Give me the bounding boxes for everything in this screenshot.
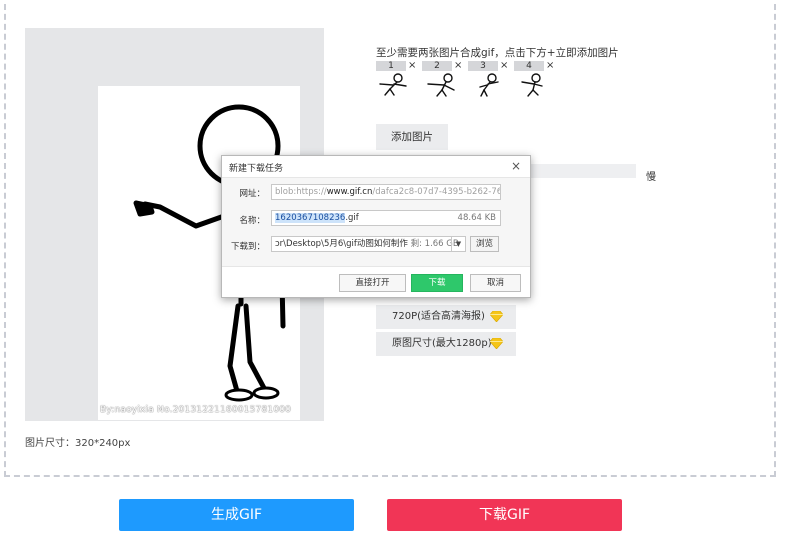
thumbnail-header: 2 × xyxy=(422,60,466,71)
thumbnail-item[interactable]: 3 × xyxy=(468,60,512,97)
url-field[interactable]: blob:https://www.gif.cn/dafca2c8-07d7-43… xyxy=(271,184,501,200)
filename-extension: .gif xyxy=(345,213,359,223)
add-image-button[interactable]: 添加图片 xyxy=(376,124,448,150)
remove-thumbnail-icon[interactable]: × xyxy=(408,60,416,71)
thumbnail-header: 3 × xyxy=(468,60,512,71)
dropdown-arrow-icon[interactable]: ▼ xyxy=(451,237,465,251)
filename-selected-text: 1620367108236 xyxy=(275,213,346,223)
thumbnail-number: 3 xyxy=(468,61,498,71)
image-size-label: 图片尺寸：320*240px xyxy=(25,438,131,449)
download-path-select[interactable]: ɔr\Desktop\5月6\gif动图如何制作 剩: 1.66 GB ▼ xyxy=(271,236,466,252)
name-label: 名称： xyxy=(239,216,265,226)
url-prefix: blob:https:// xyxy=(275,187,327,197)
remove-thumbnail-icon[interactable]: × xyxy=(454,60,462,71)
dialog-title: 新建下载任务 xyxy=(229,164,284,174)
file-size: 48.64 KB xyxy=(457,213,496,223)
dialog-body: 网址： blob:https://www.gif.cn/dafca2c8-07d… xyxy=(222,177,530,267)
thumbnail-header: 4 × xyxy=(514,60,558,71)
thumbnail-header: 1 × xyxy=(376,60,420,71)
new-download-task-dialog: 新建下载任务 × 网址： blob:https://www.gif.cn/daf… xyxy=(221,155,531,298)
quality-option-label: 720P(适合高清海报) xyxy=(392,311,485,322)
dialog-download-button[interactable]: 下载 xyxy=(411,274,463,292)
thumbnail-number: 2 xyxy=(422,61,452,71)
close-icon[interactable]: × xyxy=(511,159,521,173)
url-rest: /dafca2c8-07d7-4395-b262-7635b6 xyxy=(372,187,501,197)
filename-field[interactable]: 1620367108236.gif 48.64 KB xyxy=(271,210,501,226)
dialog-cancel-button[interactable]: 取消 xyxy=(470,274,521,292)
quality-option-label: 原图尺寸(最大1280p) xyxy=(392,338,492,349)
thumbnail-image xyxy=(427,73,455,97)
speed-slow-label: 慢 xyxy=(646,172,656,183)
thumbnail-item[interactable]: 2 × xyxy=(422,60,466,97)
open-directly-button[interactable]: 直接打开 xyxy=(339,274,406,292)
diamond-icon xyxy=(490,338,503,349)
download-to-label: 下载到： xyxy=(230,242,265,252)
download-path: ɔr\Desktop\5月6\gif动图如何制作 xyxy=(275,239,408,249)
preview-watermark: By:naoyixia No.20131221160015781000 xyxy=(100,405,292,415)
generate-gif-button[interactable]: 生成GIF xyxy=(119,499,354,531)
diamond-icon xyxy=(490,311,503,322)
thumbnail-image xyxy=(479,73,499,97)
thumbnail-number: 4 xyxy=(514,61,544,71)
quality-option-720p[interactable]: 720P(适合高清海报) xyxy=(376,305,516,329)
quality-option-original[interactable]: 原图尺寸(最大1280p) xyxy=(376,332,516,356)
thumbnail-image xyxy=(521,73,543,97)
remove-thumbnail-icon[interactable]: × xyxy=(500,60,508,71)
url-label: 网址： xyxy=(239,189,265,199)
download-gif-button[interactable]: 下载GIF xyxy=(387,499,622,531)
thumbnail-image xyxy=(379,73,407,96)
remove-thumbnail-icon[interactable]: × xyxy=(546,60,554,71)
add-images-hint: 至少需要两张图片合成gif，点击下方+立即添加图片 xyxy=(376,47,619,59)
url-domain: www.gif.cn xyxy=(326,187,373,197)
thumbnail-item[interactable]: 1 × xyxy=(376,60,420,97)
thumbnail-number: 1 xyxy=(376,61,406,71)
browse-button[interactable]: 浏览 xyxy=(470,236,499,252)
thumbnail-item[interactable]: 4 × xyxy=(514,60,558,97)
